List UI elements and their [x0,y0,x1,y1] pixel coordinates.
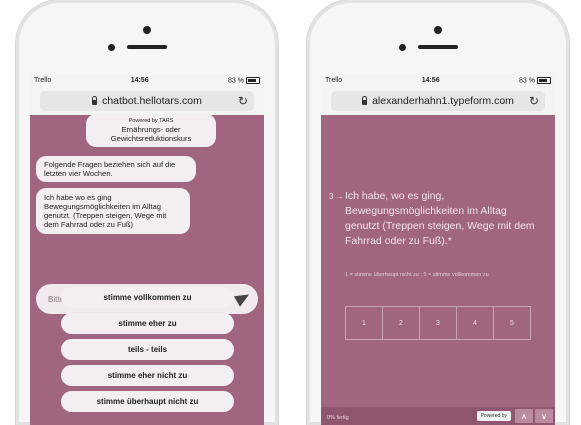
phone-frame-left: Trello 14:56 83 % chatbot.hellotars.com … [16,0,278,425]
front-camera [143,26,151,34]
browser-address-bar: alexanderhahn1.typeform.com ↻ [321,87,555,115]
status-bar: Trello 14:56 83 % [321,74,555,87]
browser-address-bar: chatbot.hellotars.com ↻ [30,87,264,115]
scale-option[interactable]: 5 [493,306,531,340]
bubble-text: Ernährungs- oder Gewichtsreduktionskurs [110,125,192,143]
status-bar: Trello 14:56 83 % [30,74,264,87]
battery-indicator: 83 % [519,76,551,84]
typeform-screen: Trello 14:56 83 % alexanderhahn1.typefor… [321,74,555,425]
chat-bubble-top: Powered by TARS Ernährungs- oder Gewicht… [86,114,216,147]
chat-bubble-intro: Folgende Fragen beziehen sich auf die le… [36,156,196,182]
scale-option[interactable]: 4 [456,306,494,340]
clock: 14:56 [130,77,149,84]
lock-icon [362,95,368,105]
phone-frame-right: Trello 14:56 83 % alexanderhahn1.typefor… [307,0,569,425]
choice-button[interactable]: stimme überhaupt nicht zu [61,391,234,412]
scale-option[interactable]: 3 [419,306,457,340]
scale-option[interactable]: 1 [345,306,383,340]
previous-question-button[interactable]: ∧ [515,409,533,423]
url-text: chatbot.hellotars.com [102,95,202,107]
sensor-dot [108,44,115,51]
scale-hint: 1 = stimme überhaupt nicht zu ; 5 = stim… [345,272,489,278]
progress-text: 0% fertig [327,415,349,421]
powered-by-badge[interactable]: Powered by [476,411,511,421]
opinion-scale: 1 2 3 4 5 [345,306,531,340]
earpiece-speaker [127,45,167,49]
reload-icon[interactable]: ↻ [238,94,248,108]
battery-indicator: 83 % [228,76,260,84]
typeform-footer: 0% fertig Powered by ∧ ∨ [321,407,555,425]
lock-icon [92,95,98,105]
chatbot-screen: Trello 14:56 83 % chatbot.hellotars.com … [30,74,264,425]
url-text: alexanderhahn1.typeform.com [372,95,514,107]
chat-bubble-question: Ich habe wo es ging Bewegungsmöglichkeit… [36,188,190,234]
question-number: 3 → [329,192,344,201]
choice-button[interactable]: stimme eher nicht zu [61,365,234,386]
question-text: Ich habe, wo es ging, Bewegungsmöglichke… [345,190,535,247]
send-icon[interactable] [233,289,253,307]
choice-button[interactable]: stimme eher zu [61,313,234,334]
url-field[interactable]: alexanderhahn1.typeform.com ↻ [331,91,545,111]
url-field[interactable]: chatbot.hellotars.com ↻ [40,91,254,111]
carrier-label: Trello [325,77,343,84]
sensor-dot [399,44,406,51]
choice-button[interactable]: teils - teils [61,339,234,360]
reload-icon[interactable]: ↻ [529,94,539,108]
earpiece-speaker [418,45,458,49]
carrier-label: Trello [34,77,52,84]
powered-by-label: Powered by TARS [128,118,174,124]
next-question-button[interactable]: ∨ [535,409,553,423]
scale-option[interactable]: 2 [382,306,420,340]
front-camera [434,26,442,34]
battery-icon [246,76,260,84]
battery-icon [537,76,551,84]
choice-button[interactable]: stimme vollkommen zu [61,287,234,308]
clock: 14:56 [421,77,440,84]
